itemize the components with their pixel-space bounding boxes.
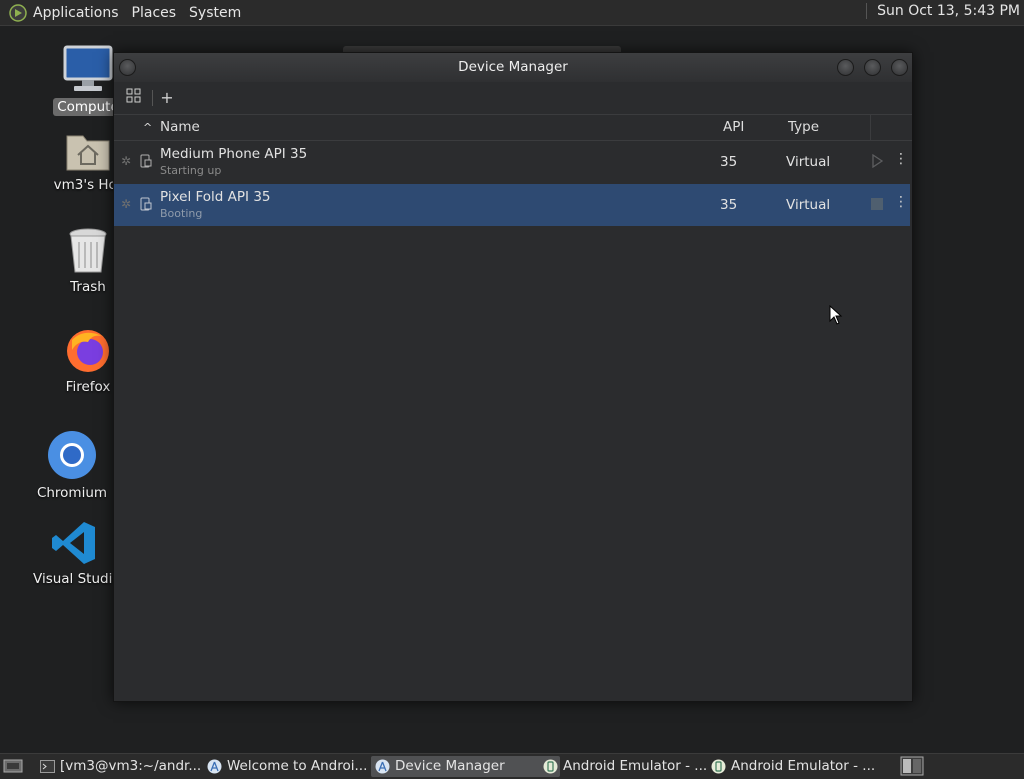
taskbar-item-terminal[interactable]: [vm3@vm3:~/andr...	[36, 756, 216, 777]
show-desktop-icon[interactable]	[3, 758, 23, 774]
toolbar-separator	[152, 90, 153, 106]
emulator-icon	[711, 759, 726, 774]
taskbar-item-label: Android Emulator - ...	[731, 758, 876, 774]
clock[interactable]: Sun Oct 13, 5:43 PM	[866, 3, 1020, 19]
desktop-icon-label: Firefox	[65, 379, 111, 395]
android-studio-icon	[207, 759, 222, 774]
places-menu[interactable]: Places	[132, 5, 184, 21]
more-options-icon[interactable]: ⋮	[894, 195, 908, 209]
desktop-icon-label: Chromium	[36, 485, 108, 501]
taskbar-item-welcome[interactable]: Welcome to Androi...	[203, 756, 387, 777]
terminal-icon	[40, 760, 55, 773]
device-type: Virtual	[786, 154, 831, 170]
taskbar-item-label: Welcome to Androi...	[227, 758, 368, 774]
device-api: 35	[720, 197, 738, 213]
column-divider	[870, 115, 871, 140]
mouse-cursor-icon	[829, 305, 843, 325]
device-manager-window: Device Manager + ^ Name API Type ✲ Mediu…	[113, 52, 913, 702]
trash-icon	[69, 228, 107, 273]
system-menu[interactable]: System	[189, 5, 248, 21]
home-folder-icon	[66, 135, 110, 171]
menu-logo-icon[interactable]	[9, 3, 27, 22]
maximize-button[interactable]	[864, 59, 881, 76]
device-name: Pixel Fold API 35	[160, 189, 271, 205]
vscode-icon	[52, 522, 95, 564]
sort-chevron-up-icon[interactable]: ^	[143, 121, 152, 134]
device-grid-button[interactable]	[123, 88, 145, 108]
grid-icon	[126, 88, 141, 103]
desktop-icon-vscode[interactable]: Visual Studio Cc	[29, 520, 142, 588]
taskbar-item-emulator[interactable]: Android Emulator - ...	[707, 756, 895, 777]
column-header-type[interactable]: Type	[788, 119, 819, 135]
taskbar-item-label: Android Emulator - ...	[563, 758, 708, 774]
close-button[interactable]	[891, 59, 908, 76]
loading-spinner-icon: ✲	[121, 197, 132, 211]
device-row[interactable]: ✲ Pixel Fold API 35 Booting 35 Virtual ⋮	[114, 184, 910, 226]
taskbar-item-device-manager[interactable]: Device Manager	[371, 756, 560, 777]
stop-icon[interactable]	[870, 197, 884, 211]
phone-icon	[140, 154, 152, 168]
window-titlebar[interactable]: Device Manager	[114, 53, 912, 82]
device-status: Starting up	[160, 164, 222, 177]
computer-icon	[63, 45, 113, 91]
more-options-icon[interactable]: ⋮	[894, 152, 908, 166]
workspace-switcher-icon[interactable]	[900, 756, 924, 776]
device-name: Medium Phone API 35	[160, 146, 308, 162]
taskbar-item-emulator[interactable]: Android Emulator - ...	[539, 756, 727, 777]
firefox-icon	[67, 330, 109, 372]
device-type: Virtual	[786, 197, 831, 213]
phone-icon	[140, 197, 152, 211]
taskbar: [vm3@vm3:~/andr... Welcome to Androi... …	[0, 753, 1024, 779]
device-api: 35	[720, 154, 738, 170]
column-header-api[interactable]: API	[723, 119, 744, 135]
applications-menu[interactable]: Applications	[33, 5, 126, 21]
emulator-icon	[543, 759, 558, 774]
loading-spinner-icon: ✲	[121, 154, 132, 168]
add-device-button[interactable]: +	[156, 88, 178, 108]
chromium-icon	[48, 431, 96, 479]
device-status: Booting	[160, 207, 203, 220]
desktop-icon-chromium[interactable]: Chromium	[27, 430, 117, 502]
desktop-icon-label: Trash	[70, 279, 106, 295]
toolbar: +	[114, 82, 912, 115]
taskbar-item-label: Device Manager	[395, 758, 505, 774]
minimize-button[interactable]	[837, 59, 854, 76]
top-panel: Applications Places System Sun Oct 13, 5…	[0, 0, 1024, 26]
window-menu-button[interactable]	[119, 59, 136, 76]
column-header-name[interactable]: Name	[160, 119, 200, 135]
play-icon[interactable]	[870, 154, 884, 168]
device-row[interactable]: ✲ Medium Phone API 35 Starting up 35 Vir…	[114, 141, 910, 183]
column-header-row: ^ Name API Type	[114, 115, 912, 141]
android-studio-icon	[375, 759, 390, 774]
window-title: Device Manager	[458, 59, 568, 75]
taskbar-item-label: [vm3@vm3:~/andr...	[60, 758, 202, 774]
